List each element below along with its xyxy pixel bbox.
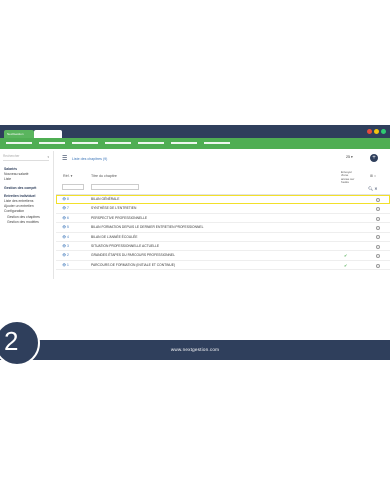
nav-link[interactable] xyxy=(105,142,131,144)
table-row[interactable]: 👁︎ 6 PERSPECTIVE PROFESSIONNELLE xyxy=(56,214,390,224)
row-ref: 1 xyxy=(67,262,69,267)
table-row[interactable]: 👁︎ 1 PARCOURS DE FORMATION (INITIALE ET CO… xyxy=(56,261,390,271)
view-icon[interactable]: 👁︎ xyxy=(62,214,66,223)
nav-link[interactable] xyxy=(138,142,164,144)
minimize-dot-icon[interactable] xyxy=(374,129,379,134)
maximize-dot-icon[interactable] xyxy=(381,129,386,134)
row-title[interactable]: BILAN FORMATION DEPUIS LE DERNIER ENTRET… xyxy=(91,223,203,232)
view-icon[interactable]: 👁︎ xyxy=(62,195,66,204)
row-title[interactable]: BILAN GÉNÉRALE xyxy=(91,195,119,204)
page-size-select[interactable]: 25 ▾ xyxy=(346,155,353,159)
nav-link[interactable] xyxy=(6,142,32,144)
main-nav-bar xyxy=(0,138,390,149)
view-icon[interactable]: 👁︎ xyxy=(62,261,66,270)
list-icon: ☰ xyxy=(62,156,68,162)
view-icon[interactable]: 👁︎ xyxy=(62,251,66,260)
view-icon[interactable]: 👁︎ xyxy=(62,204,66,213)
nav-link[interactable] xyxy=(72,142,98,144)
table-row[interactable]: 👁︎ 5 BILAN FORMATION DEPUIS LE DERNIER ENT… xyxy=(56,223,390,233)
footer-bar: www.nextgestion.com xyxy=(0,340,390,360)
row-radio[interactable] xyxy=(376,244,380,249)
view-icon[interactable]: 👁︎ xyxy=(62,242,66,251)
title-filter-input[interactable] xyxy=(91,184,139,190)
row-title[interactable]: GRANDES ÉTAPES DU PARCOURS PROFESSIONNEL xyxy=(91,251,175,260)
row-ref: 3 xyxy=(67,243,69,248)
ref-filter-input[interactable] xyxy=(62,184,84,190)
nav-link[interactable] xyxy=(39,142,65,144)
nav-link[interactable] xyxy=(204,142,230,144)
chapter-list-panel: ☰ Liste des chapitres (9) 25 ▾ + Réf. ▾ … xyxy=(56,151,390,279)
column-title[interactable]: Titre du chapitre xyxy=(91,174,117,178)
table-row[interactable]: 👁︎ 8 BILAN GÉNÉRALE xyxy=(56,195,390,205)
row-radio[interactable] xyxy=(376,207,380,212)
footer-url: www.nextgestion.com xyxy=(170,347,220,352)
table-row[interactable]: 👁︎ 4 BILAN DE L'ANNÉE ÉCOULÉE xyxy=(56,233,390,242)
row-radio[interactable] xyxy=(376,197,380,202)
sidebar-item[interactable]: Gestion des modèles xyxy=(0,220,53,225)
row-title[interactable]: SITUATION PROFESSIONNELLE ACTUELLE xyxy=(91,242,159,251)
search-filter-icon[interactable]: 🔍︎ ✕ xyxy=(368,186,378,191)
table-row[interactable]: 👁︎ 7 SYNTHÈSE DE L'ENTRETIEN xyxy=(56,204,390,214)
chevron-down-icon: ▾ xyxy=(47,155,49,159)
row-ref: 2 xyxy=(67,253,69,258)
app-top-bar: NextGestion xyxy=(0,125,390,139)
row-radio[interactable] xyxy=(376,225,380,230)
row-ref: 6 xyxy=(67,215,69,220)
sidebar: Rechercher ▾ Salariés Nouveau salarié List… xyxy=(0,151,54,279)
sidebar-item[interactable]: Liste xyxy=(0,177,53,182)
row-radio[interactable] xyxy=(376,235,380,240)
view-icon[interactable]: 👁︎ xyxy=(62,233,66,242)
table-row[interactable]: 👁︎ 2 GRANDES ÉTAPES DU PARCOURS PROFESSION… xyxy=(56,251,390,261)
table-header: Réf. ▾ Titre du chapitre Envoyer d'une a… xyxy=(56,167,390,195)
row-radio[interactable] xyxy=(376,254,380,259)
row-title[interactable]: BILAN DE L'ANNÉE ÉCOULÉE xyxy=(91,233,137,242)
column-ref[interactable]: Réf. ▾ xyxy=(63,174,72,178)
check-icon: ✔ xyxy=(344,262,348,268)
view-icon[interactable]: 👁︎ xyxy=(62,223,66,232)
add-chapter-button[interactable]: + xyxy=(370,154,378,162)
row-ref: 5 xyxy=(67,225,69,230)
row-title[interactable]: SYNTHÈSE DE L'ENTRETIEN xyxy=(91,204,136,213)
close-dot-icon[interactable] xyxy=(367,129,372,134)
window-controls xyxy=(367,129,386,134)
page-title: Liste des chapitres (9) xyxy=(72,157,108,161)
row-radio[interactable] xyxy=(376,216,380,221)
check-icon: ✔ xyxy=(344,253,348,259)
column-settings-icon[interactable]: ⊞ ○ xyxy=(370,174,376,178)
nav-link[interactable] xyxy=(171,142,197,144)
sidebar-search-placeholder: Rechercher xyxy=(3,154,20,158)
row-title[interactable]: PARCOURS DE FORMATION (INITIALE ET CONTI… xyxy=(91,261,175,270)
step-number: 2 xyxy=(4,326,19,356)
sidebar-item[interactable]: Gestion des compét xyxy=(0,186,53,191)
table-row[interactable]: 👁︎ 3 SITUATION PROFESSIONNELLE ACTUELLE xyxy=(56,242,390,252)
row-ref: 4 xyxy=(67,234,69,239)
row-ref: 7 xyxy=(67,206,69,211)
active-tab[interactable] xyxy=(34,130,62,138)
sidebar-search-input[interactable]: Rechercher ▾ xyxy=(3,154,49,161)
row-ref: 8 xyxy=(67,197,69,201)
column-send: Envoyer d'une année sur l'autre xyxy=(341,170,355,185)
row-title[interactable]: PERSPECTIVE PROFESSIONNELLE xyxy=(91,214,147,223)
row-radio[interactable] xyxy=(376,263,380,268)
